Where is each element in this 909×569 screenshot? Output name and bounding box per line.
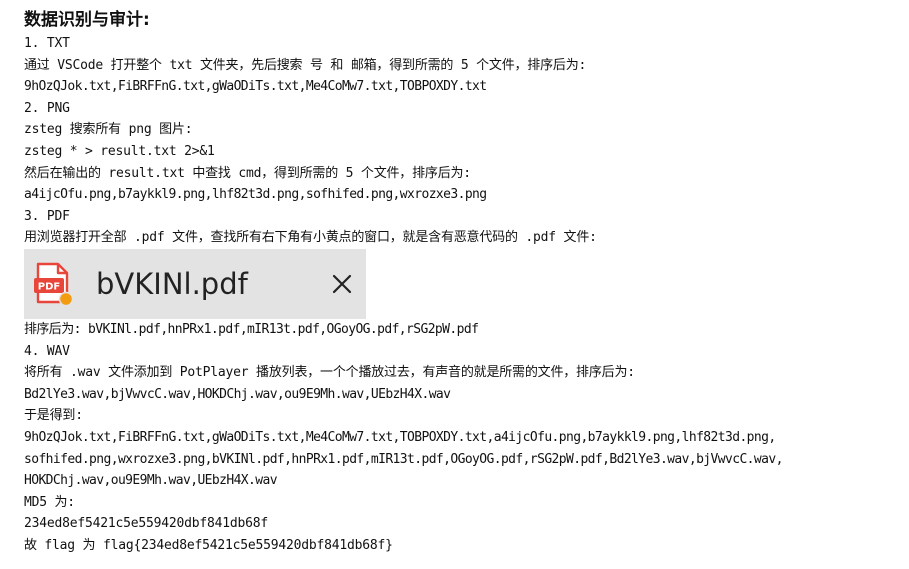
section-wav-files: Bd2lYe3.wav,bjVwvcC.wav,HOKDChj.wav,ou9E… xyxy=(24,386,451,402)
flag-line: 故 flag 为 flag{234ed8ef5421c5e559420dbf84… xyxy=(24,537,393,553)
pdf-icon-label: PDF xyxy=(38,281,60,292)
section-pdf-heading: 3. PDF xyxy=(24,208,70,224)
section-pdf-desc: 用浏览器打开全部 .pdf 文件，查找所有右下角有小黄点的窗口，就是含有恶意代码… xyxy=(24,230,597,246)
md5-label: MD5 为: xyxy=(24,494,75,510)
result-intro: 于是得到: xyxy=(24,408,83,424)
close-icon[interactable] xyxy=(328,270,356,298)
result-line-2: sofhifed.png,wxrozxe3.png,bVKINl.pdf,hnP… xyxy=(24,451,783,467)
section-png-command: zsteg * > result.txt 2>&1 xyxy=(24,143,215,159)
doc-title: 数据识别与审计: xyxy=(24,10,150,30)
yellow-dot-indicator xyxy=(58,291,72,306)
pdf-tab-screenshot: PDF bVKINl.pdf xyxy=(24,248,366,319)
md5-value: 234ed8ef5421c5e559420dbf841db68f xyxy=(24,516,269,532)
section-txt-files: 9hOzQJok.txt,FiBRFFnG.txt,gWaODiTs.txt,M… xyxy=(24,79,487,95)
pdf-file-icon: PDF xyxy=(34,262,72,306)
section-png-desc: zsteg 搜索所有 png 图片: xyxy=(24,122,193,138)
section-pdf-files: 排序后为: bVKINl.pdf,hnPRx1.pdf,mIR13t.pdf,O… xyxy=(24,321,479,337)
document: 数据识别与审计: 1. TXT 通过 VSCode 打开整个 txt 文件夹，先… xyxy=(24,8,904,556)
result-line-3: HOKDChj.wav,ou9E9Mh.wav,UEbzH4X.wav xyxy=(24,473,278,489)
section-png-files: a4ijcOfu.png,b7aykkl9.png,lhf82t3d.png,s… xyxy=(24,187,487,203)
section-txt-desc: 通过 VSCode 打开整个 txt 文件夹，先后搜索 号 和 邮箱，得到所需的… xyxy=(24,57,587,73)
section-png-heading: 2. PNG xyxy=(24,100,70,116)
result-line-1: 9hOzQJok.txt,FiBRFFnG.txt,gWaODiTs.txt,M… xyxy=(24,429,776,445)
section-png-desc2: 然后在输出的 result.txt 中查找 cmd，得到所需的 5 个文件，排序… xyxy=(24,165,471,181)
section-txt-heading: 1. TXT xyxy=(24,36,70,51)
section-wav-heading: 4. WAV xyxy=(24,343,70,359)
pdf-tab-filename: bVKINl.pdf xyxy=(96,266,248,301)
section-wav-desc: 将所有 .wav 文件添加到 PotPlayer 播放列表，一个个播放过去，有声… xyxy=(24,365,635,381)
